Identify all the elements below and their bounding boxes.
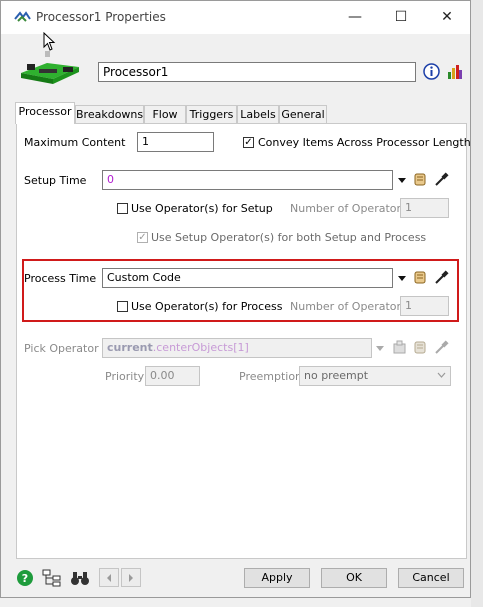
cancel-button[interactable]: Cancel — [398, 568, 464, 588]
tab-labels[interactable]: Labels — [237, 105, 279, 123]
setup-number-operators-label: Number of Operators — [290, 202, 407, 215]
properties-window: Processor1 Properties — ☐ ✕ Processor1 P… — [0, 0, 471, 598]
processor-model-icon — [21, 51, 79, 84]
title-bar[interactable]: Processor1 Properties — ☐ ✕ — [1, 1, 470, 34]
mouse-cursor-icon — [43, 32, 56, 51]
preemption-label: Preemption — [239, 370, 303, 383]
pick-operator-input[interactable]: current.centerObjects[1] — [102, 338, 372, 358]
close-button[interactable]: ✕ — [424, 1, 470, 34]
next-button[interactable] — [121, 568, 141, 587]
background-canvas — [471, 0, 483, 607]
process-time-eyedropper-icon[interactable] — [434, 270, 449, 285]
object-name-input[interactable]: Processor1 — [98, 62, 416, 82]
convey-items-checkbox[interactable]: ✓ — [243, 137, 254, 148]
minimize-button[interactable]: — — [332, 1, 378, 34]
setup-both-label: Use Setup Operator(s) for both Setup and… — [151, 231, 427, 244]
preemption-value: no preempt — [304, 369, 369, 382]
maximize-button[interactable]: ☐ — [378, 1, 424, 34]
process-number-operators-label: Number of Operators — [290, 300, 407, 313]
process-number-operators-input[interactable]: 1 — [400, 296, 449, 316]
tree-view-icon[interactable] — [42, 569, 62, 587]
use-operators-setup-checkbox[interactable] — [117, 203, 128, 214]
pick-operator-label: Pick Operator — [24, 342, 99, 355]
chevron-left-icon — [107, 574, 111, 582]
priority-label: Priority — [105, 370, 145, 383]
setup-time-eyedropper-icon[interactable] — [434, 172, 449, 187]
pick-operator-keyword: current — [107, 341, 153, 354]
preemption-select[interactable]: no preempt — [299, 366, 451, 386]
apply-button[interactable]: Apply — [244, 568, 310, 588]
use-operators-process-label: Use Operator(s) for Process — [131, 300, 283, 313]
process-time-input[interactable]: Custom Code — [102, 268, 393, 288]
pick-operator-dropdown-arrow[interactable] — [376, 346, 384, 351]
tab-processor[interactable]: Processor — [15, 102, 75, 124]
tab-flow[interactable]: Flow — [144, 105, 186, 123]
pick-operator-expression: .centerObjects[1] — [152, 341, 249, 354]
setup-time-scroll-icon[interactable] — [413, 172, 428, 187]
stats-chart-icon[interactable] — [446, 63, 463, 80]
binoculars-icon[interactable] — [70, 569, 90, 587]
maximum-content-label: Maximum Content — [24, 136, 126, 149]
pick-operator-scroll-icon[interactable] — [413, 340, 428, 355]
tab-breakdowns[interactable]: Breakdowns — [75, 105, 144, 123]
pick-operator-template-icon[interactable] — [392, 340, 407, 355]
priority-input[interactable]: 0.00 — [145, 366, 200, 386]
use-operators-process-checkbox[interactable] — [117, 301, 128, 312]
help-icon[interactable]: ? — [16, 569, 34, 587]
setup-number-operators-input[interactable]: 1 — [400, 198, 449, 218]
info-icon[interactable] — [423, 63, 440, 80]
setup-time-input[interactable]: 0 — [102, 170, 393, 190]
preemption-chevron-down-icon[interactable] — [437, 372, 446, 378]
setup-time-label: Setup Time — [24, 174, 87, 187]
chevron-right-icon — [129, 574, 133, 582]
ok-button[interactable]: OK — [321, 568, 387, 588]
process-time-label: Process Time — [24, 272, 97, 285]
maximum-content-input[interactable]: 1 — [137, 132, 214, 152]
tab-triggers[interactable]: Triggers — [186, 105, 237, 123]
previous-button[interactable] — [99, 568, 119, 587]
pick-operator-eyedropper-icon[interactable] — [434, 340, 449, 355]
window-title: Processor1 Properties — [36, 10, 166, 24]
svg-text:?: ? — [22, 572, 28, 585]
tab-general[interactable]: General — [279, 105, 327, 123]
setup-both-checkbox[interactable]: ✓ — [137, 232, 148, 243]
process-time-dropdown-arrow[interactable] — [398, 276, 406, 281]
use-operators-setup-label: Use Operator(s) for Setup — [131, 202, 273, 215]
setup-time-dropdown-arrow[interactable] — [398, 178, 406, 183]
app-logo-icon — [14, 11, 31, 22]
process-time-scroll-icon[interactable] — [413, 270, 428, 285]
convey-items-label: Convey Items Across Processor Length — [258, 136, 471, 149]
